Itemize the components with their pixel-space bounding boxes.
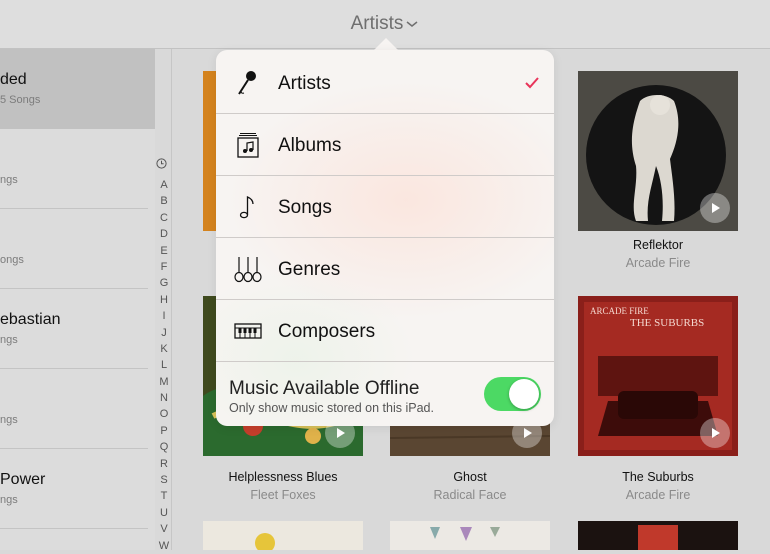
music-note-icon — [239, 196, 254, 219]
index-letter[interactable]: Q — [156, 439, 172, 455]
play-icon — [712, 428, 720, 438]
album-art — [255, 533, 275, 550]
index-letter[interactable]: A — [156, 177, 172, 193]
play-button[interactable] — [700, 418, 730, 448]
index-letter[interactable]: G — [156, 275, 172, 291]
album-title: The Suburbs — [622, 470, 694, 484]
album-artist: Fleet Foxes — [250, 488, 316, 502]
index-letter[interactable]: E — [156, 243, 172, 259]
index-letter[interactable]: J — [156, 325, 172, 341]
album-cover[interactable]: ARCADE FIRE THE SUBURBS — [578, 296, 738, 456]
album-art — [430, 527, 500, 541]
album-art — [638, 525, 678, 550]
menu-item-albums[interactable]: Albums — [216, 114, 554, 176]
menu-label: Artists — [278, 73, 331, 94]
artist-row[interactable]: ngs — [0, 369, 148, 449]
row-divider — [216, 361, 554, 362]
cover-lettering: ARCADE FIRE — [590, 306, 649, 316]
album-cover[interactable] — [578, 521, 738, 550]
index-letter[interactable]: P — [156, 423, 172, 439]
album-artist: Arcade Fire — [625, 256, 691, 270]
checkmark-icon — [525, 77, 539, 89]
panel-divider — [171, 49, 172, 550]
artist-row[interactable]: ebastian ngs — [0, 289, 148, 369]
index-letter[interactable]: N — [156, 390, 172, 406]
artist-song-count: ngs — [0, 334, 18, 346]
album-title: Reflektor — [632, 238, 684, 252]
album-artist: Radical Face — [433, 488, 507, 502]
index-letter[interactable]: D — [156, 226, 172, 242]
artist-name: ded — [0, 71, 27, 88]
index-letter[interactable]: U — [156, 505, 172, 521]
cover-lettering: THE SUBURBS — [630, 317, 704, 329]
menu-label: Albums — [278, 135, 342, 156]
offline-title: Music Available Offline — [229, 378, 420, 399]
play-icon — [337, 428, 345, 438]
artist-song-count: ngs — [0, 414, 18, 426]
play-button[interactable] — [700, 193, 730, 223]
play-icon — [712, 203, 720, 213]
menu-item-composers[interactable]: Composers — [216, 300, 554, 362]
chevron-down-icon — [406, 21, 418, 27]
index-letter[interactable]: M — [156, 374, 172, 390]
alphabet-index[interactable]: ABCDEFGHIJKLMNOPQRSTUVW — [156, 156, 172, 554]
artist-song-count: ongs — [0, 254, 24, 266]
index-letter[interactable]: B — [156, 193, 172, 209]
menu-item-artists[interactable]: Artists — [216, 52, 554, 114]
artist-song-count: 5 Songs — [0, 94, 41, 106]
index-letter[interactable]: S — [156, 472, 172, 488]
index-letter[interactable]: V — [156, 521, 172, 537]
index-letter[interactable]: K — [156, 341, 172, 357]
album-cover[interactable] — [578, 71, 738, 231]
album-cover[interactable] — [203, 521, 363, 550]
index-letter[interactable]: R — [156, 456, 172, 472]
album-icon — [237, 133, 259, 158]
clock-icon[interactable] — [156, 158, 167, 169]
offline-music-row: Music Available Offline Only show music … — [216, 364, 554, 426]
menu-label: Genres — [278, 259, 341, 280]
view-selector[interactable]: Artists — [0, 13, 770, 35]
play-icon — [524, 428, 532, 438]
menu-item-genres[interactable]: Genres — [216, 238, 554, 300]
album-artist: Arcade Fire — [625, 488, 691, 502]
artist-row[interactable]: ded 5 Songs — [0, 49, 155, 129]
artist-row[interactable]: ongs — [0, 209, 148, 289]
index-letter[interactable]: L — [156, 357, 172, 373]
index-letter[interactable]: F — [156, 259, 172, 275]
index-letter[interactable]: I — [156, 308, 172, 324]
menu-item-songs[interactable]: Songs — [216, 176, 554, 238]
artist-song-count: ngs — [0, 494, 18, 506]
artist-song-count: ngs — [0, 174, 18, 186]
piano-icon — [234, 323, 262, 339]
view-title[interactable]: Artists — [351, 13, 404, 34]
microphone-icon — [238, 71, 256, 95]
popover-arrow — [374, 38, 398, 50]
artist-list: ded 5 Songs ngs ongs ebastian ngs ngs Po… — [0, 49, 155, 550]
index-letter[interactable]: H — [156, 292, 172, 308]
offline-subtitle: Only show music stored on this iPad. — [229, 401, 434, 415]
album-cover[interactable] — [390, 521, 550, 550]
menu-label: Songs — [278, 197, 332, 218]
guitars-icon — [234, 257, 262, 283]
artist-row[interactable]: Power ngs — [0, 449, 148, 529]
offline-toggle[interactable] — [484, 377, 541, 411]
row-divider — [0, 528, 148, 529]
index-letter[interactable]: T — [156, 488, 172, 504]
album-title: Helplessness Blues — [228, 470, 338, 484]
artist-name: Power — [0, 471, 46, 488]
artist-row[interactable]: ngs — [0, 129, 148, 209]
index-letter[interactable]: O — [156, 406, 172, 422]
menu-label: Composers — [278, 321, 376, 342]
album-title: Ghost — [453, 470, 487, 484]
index-letter[interactable]: W — [156, 538, 172, 554]
toggle-knob[interactable] — [509, 379, 539, 409]
view-menu-popover: Artists Albums Songs Genres Composers Mu… — [216, 50, 554, 426]
artist-name: ebastian — [0, 311, 61, 328]
index-letter[interactable]: C — [156, 210, 172, 226]
index-letters: ABCDEFGHIJKLMNOPQRSTUVW — [156, 177, 172, 554]
